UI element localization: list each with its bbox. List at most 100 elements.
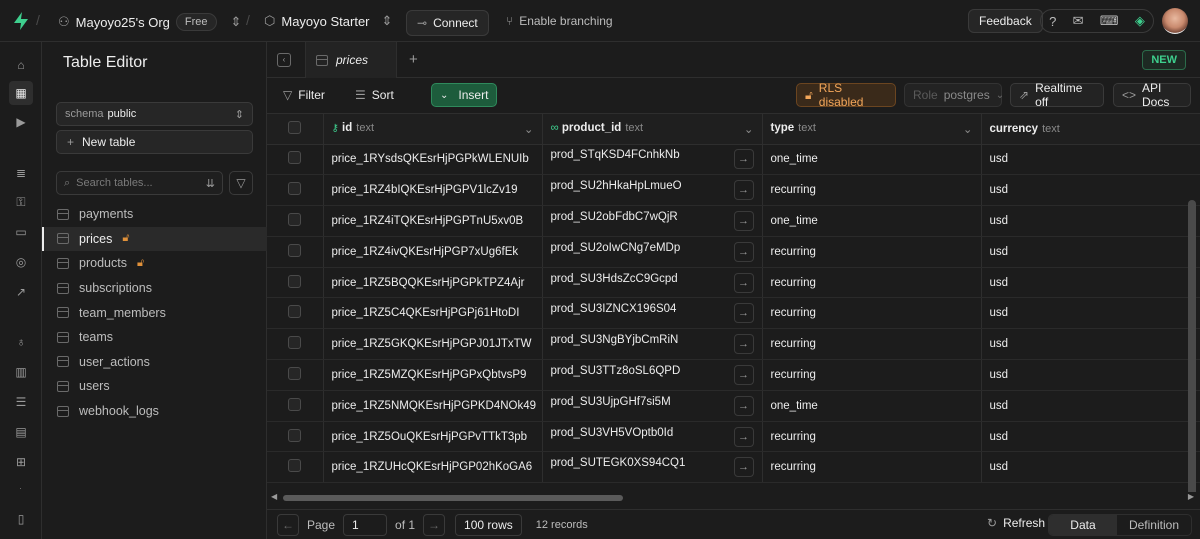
scrollbar-thumb[interactable] (283, 495, 623, 501)
arrow-right-icon[interactable]: → (733, 303, 754, 324)
edge-functions-icon[interactable]: ↗ (9, 280, 33, 304)
cell-id[interactable]: price_1RZ4iTQKEsrHjPGPTnU5xv0B (323, 205, 543, 237)
new-table-button[interactable]: + New table (56, 130, 253, 154)
row-checkbox[interactable] (267, 267, 324, 299)
horizontal-scrollbar[interactable]: ◀ ▶ (267, 492, 1200, 504)
sort-button[interactable]: ☰ Sort (347, 83, 402, 107)
sidebar-item-payments[interactable]: payments (42, 202, 267, 227)
cell-currency[interactable]: usd (981, 390, 1200, 422)
arrow-right-icon[interactable]: → (733, 149, 754, 170)
row-checkbox[interactable] (267, 390, 324, 422)
table-editor-icon[interactable]: ▦ (9, 81, 33, 105)
cell-id[interactable]: price_1RZ4bIQKEsrHjPGPV1lcZv19 (323, 174, 543, 207)
sidebar-item-prices[interactable]: prices 🔓︎ (42, 226, 267, 252)
api-docs-button[interactable]: <> API Docs (1113, 81, 1191, 109)
cell-id[interactable]: price_1RZ4ivQKEsrHjPGP7xUg6fEk (323, 236, 543, 268)
feedback-button[interactable]: Feedback (968, 9, 1043, 33)
rows-per-page-selector[interactable]: 100 rows (455, 513, 522, 536)
column-header-id[interactable]: ⚷ id text ⌄ (323, 114, 543, 145)
cell-type[interactable]: recurring (762, 451, 982, 484)
table-row[interactable]: price_1RZ4bIQKEsrHjPGPV1lcZv19 prod_SU2hH… (267, 174, 1200, 207)
storage-icon[interactable]: ▭ (9, 220, 33, 244)
vertical-scrollbar[interactable] (1188, 200, 1196, 492)
add-tab-icon[interactable]: + (409, 51, 418, 68)
row-checkbox[interactable] (267, 236, 324, 268)
search-tables-input[interactable]: ⌕ Search tables... ⇊ (56, 171, 223, 195)
cell-type[interactable]: one_time (762, 390, 982, 422)
sidebar-item-products[interactable]: products 🔓︎ (42, 251, 267, 276)
cell-currency[interactable]: usd (981, 297, 1200, 330)
assistant-icon[interactable]: ◈ (1135, 13, 1145, 29)
tab-prices[interactable]: prices (305, 42, 397, 78)
row-checkbox[interactable] (267, 359, 324, 391)
row-checkbox[interactable] (267, 328, 324, 361)
terminal-icon[interactable]: ⌨ (1100, 13, 1119, 29)
arrow-right-icon[interactable]: → (733, 210, 754, 231)
filter-icon[interactable]: ▽ (229, 171, 253, 195)
row-checkbox[interactable] (267, 421, 324, 453)
cell-id[interactable]: price_1RZ5OuQKEsrHjPGPvTTkT3pb (323, 421, 543, 453)
cell-id[interactable]: price_1RZ5C4QKEsrHjPGPj61HtoDI (323, 297, 543, 330)
data-view-button[interactable]: Data (1048, 515, 1117, 535)
insert-button[interactable]: ⌄ Insert (431, 83, 497, 107)
table-row[interactable]: price_1RZ5OuQKEsrHjPGPvTTkT3pb prod_SU3VH… (267, 421, 1200, 453)
cell-product-id[interactable]: prod_SU2oIwCNg7eMDp → (542, 236, 763, 268)
database-icon[interactable]: ≣ (9, 161, 33, 185)
chevron-down-icon[interactable]: ⌄ (524, 122, 534, 136)
row-checkbox[interactable] (267, 144, 324, 176)
table-row[interactable]: price_1RZ4ivQKEsrHjPGP7xUg6fEk prod_SU2oI… (267, 236, 1200, 268)
sidebar-item-webhook-logs[interactable]: webhook_logs (42, 399, 267, 424)
cell-type[interactable]: recurring (762, 236, 982, 268)
table-row[interactable]: price_1RZUHcQKEsrHjPGP02hKoGA6 prod_SUTEG… (267, 451, 1200, 484)
arrow-right-icon[interactable]: → (733, 395, 754, 416)
arrow-right-icon[interactable]: → (733, 426, 754, 447)
cell-id[interactable]: price_1RZUHcQKEsrHjPGP02hKoGA6 (323, 451, 543, 484)
definition-view-button[interactable]: Definition (1117, 515, 1191, 535)
next-page-button[interactable]: → (423, 513, 446, 536)
cell-id[interactable]: price_1RZ5BQQKEsrHjPGPkTPZ4Ajr (323, 267, 543, 299)
sidebar-item-user-actions[interactable]: user_actions (42, 350, 267, 375)
table-row[interactable]: price_1RZ5MZQKEsrHjPGPxQbtvsP9 prod_SU3TT… (267, 359, 1200, 391)
row-checkbox[interactable] (267, 451, 324, 484)
cell-type[interactable]: recurring (762, 267, 982, 299)
settings-icon[interactable]: ˙ (9, 480, 33, 504)
chevron-down-icon[interactable]: ⌄ (744, 122, 754, 136)
row-checkbox[interactable] (267, 297, 324, 330)
realtime-icon[interactable]: ◎ (9, 250, 33, 274)
sidebar-item-team-members[interactable]: team_members (42, 300, 267, 325)
cell-type[interactable]: one_time (762, 144, 982, 176)
cell-product-id[interactable]: prod_SU2obFdbC7wQjR → (542, 205, 763, 237)
project-selector[interactable]: ⬡ Mayoyo Starter ⇕ (264, 13, 392, 29)
new-badge[interactable]: NEW (1142, 50, 1186, 70)
arrow-right-icon[interactable]: → (733, 272, 754, 293)
cell-currency[interactable]: usd (981, 236, 1200, 268)
chevron-down-icon[interactable]: ⌄ (963, 122, 973, 136)
logs-icon[interactable]: ☰ (9, 390, 33, 414)
cell-product-id[interactable]: prod_SU3HdsZcC9Gcpd → (542, 267, 763, 299)
cell-id[interactable]: price_1RZ5MZQKEsrHjPGPxQbtvsP9 (323, 359, 543, 391)
cell-product-id[interactable]: prod_SU3UjpGHf7si5M → (542, 390, 763, 422)
cell-currency[interactable]: usd (981, 267, 1200, 299)
schema-selector[interactable]: schema public ⇕ (56, 102, 253, 126)
cell-product-id[interactable]: prod_STqKSD4FCnhkNb → (542, 144, 763, 176)
row-checkbox[interactable] (267, 174, 324, 207)
sql-editor-icon[interactable]: ▶ (9, 110, 33, 134)
org-selector[interactable]: ⚇ Mayoyo25's Org Free ⇕ (58, 13, 241, 31)
table-row[interactable]: price_1RZ5NMQKEsrHjPGPKD4NOk49 prod_SU3Uj… (267, 390, 1200, 422)
select-all-checkbox[interactable] (267, 114, 324, 145)
column-header-product-id[interactable]: ∞ product_id text ⌄ (542, 114, 763, 145)
connect-button[interactable]: ⊸ Connect (406, 10, 489, 36)
cell-id[interactable]: price_1RYsdsQKEsrHjPGPkWLENUIb (323, 144, 543, 176)
arrow-right-icon[interactable]: → (733, 180, 754, 201)
realtime-button[interactable]: ⇗ Realtime off (1010, 81, 1104, 109)
cell-currency[interactable]: usd (981, 421, 1200, 453)
integrations-icon[interactable]: ⊞ (9, 450, 33, 474)
collapse-sidebar-icon[interactable]: ▯ (9, 507, 33, 531)
previous-page-button[interactable]: ← (277, 513, 299, 536)
cell-currency[interactable]: usd (981, 328, 1200, 361)
toggle-sidebar-icon[interactable]: ‹ (277, 53, 291, 67)
cell-product-id[interactable]: prod_SU3NgBYjbCmRiN → (542, 328, 763, 361)
filter-button[interactable]: ▽ Filter (275, 83, 333, 107)
cell-product-id[interactable]: prod_SU3VH5VOptb0Id → (542, 421, 763, 453)
arrow-right-icon[interactable]: → (733, 457, 754, 478)
